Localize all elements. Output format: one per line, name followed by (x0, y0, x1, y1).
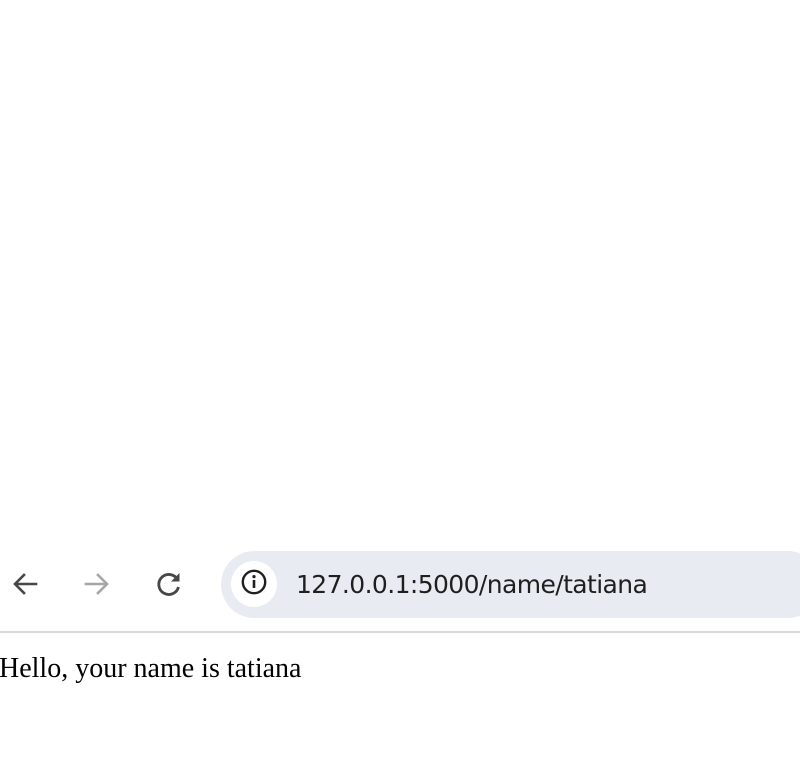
browser-toolbar: 127.0.0.1:5000/name/tatiana (0, 548, 800, 632)
forward-button[interactable] (77, 564, 117, 604)
address-bar[interactable]: 127.0.0.1:5000/name/tatiana (221, 551, 800, 618)
blank-area (0, 0, 800, 548)
page-content: Hello, your name is tatiana (0, 633, 800, 759)
reload-icon (155, 570, 183, 598)
reload-button[interactable] (149, 564, 189, 604)
url-text[interactable]: 127.0.0.1:5000/name/tatiana (296, 570, 648, 600)
greeting-text: Hello, your name is tatiana (0, 653, 302, 684)
site-info-button[interactable] (231, 561, 277, 607)
back-button[interactable] (5, 564, 45, 604)
arrow-left-icon (11, 570, 39, 598)
info-icon (240, 568, 268, 601)
arrow-right-icon (83, 570, 111, 598)
